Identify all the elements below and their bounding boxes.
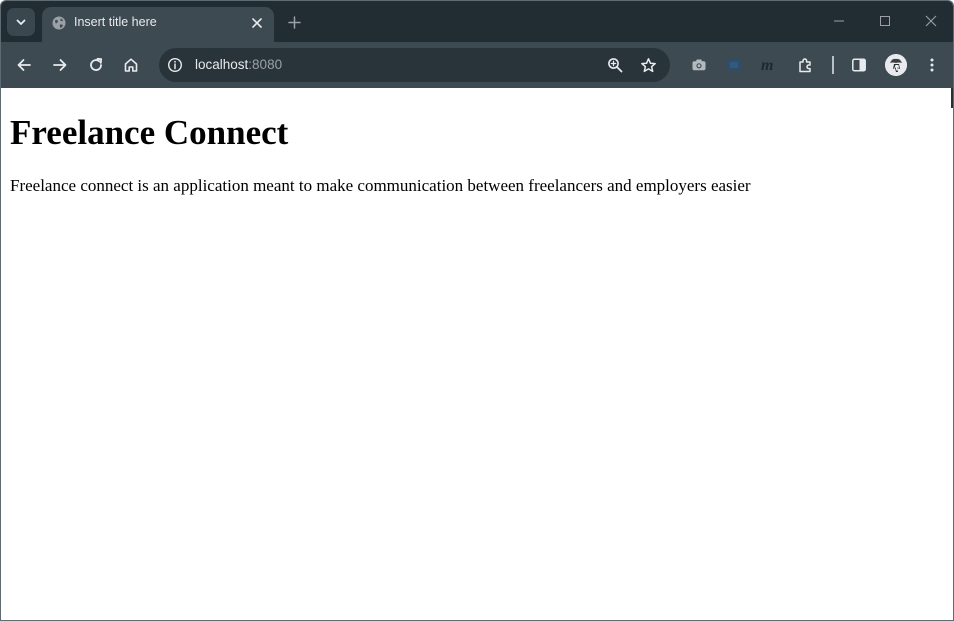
- maximize-icon: [879, 15, 891, 27]
- home-button[interactable]: [119, 53, 143, 77]
- tab-title: Insert title here: [74, 15, 157, 29]
- tab-strip: Insert title here: [1, 1, 953, 42]
- m-extension-icon: m: [760, 57, 778, 73]
- url-host: localhost: [195, 57, 249, 72]
- browser-window: Insert title here localhost:8080 m Freel…: [0, 0, 954, 621]
- close-tab-button[interactable]: [248, 14, 266, 32]
- info-icon[interactable]: [165, 55, 185, 75]
- zoom-icon[interactable]: [605, 55, 625, 75]
- maximize-button[interactable]: [872, 9, 898, 33]
- reload-button[interactable]: [84, 53, 108, 77]
- new-tab-button[interactable]: [284, 12, 304, 32]
- close-window-button[interactable]: [918, 9, 944, 33]
- home-icon: [123, 57, 139, 73]
- url-text[interactable]: localhost:8080: [195, 57, 282, 72]
- blue-extension-button[interactable]: [722, 53, 746, 77]
- arrow-right-icon: [52, 57, 68, 73]
- reload-icon: [88, 57, 104, 73]
- minimize-icon: [833, 15, 845, 27]
- star-icon[interactable]: [638, 55, 658, 75]
- camera-extension-icon: [691, 57, 707, 73]
- page-description: Freelance connect is an application mean…: [10, 176, 751, 195]
- plus-icon: [287, 15, 301, 29]
- tab-active[interactable]: Insert title here: [42, 7, 274, 42]
- toolbar-divider: [832, 56, 834, 74]
- url-port: :8080: [248, 57, 283, 72]
- side-panel-icon: [851, 57, 867, 73]
- svg-text:m: m: [761, 57, 773, 73]
- chevron-down-icon: [15, 16, 27, 28]
- menu-button[interactable]: [920, 53, 944, 77]
- close-icon: [925, 15, 937, 27]
- arrow-left-icon: [16, 57, 32, 73]
- page-content: Freelance Connect Freelance connect is a…: [1, 88, 953, 620]
- blue-extension-icon: [726, 57, 742, 73]
- tab-search-button[interactable]: [7, 8, 35, 36]
- scrollbar-edge: [951, 88, 953, 108]
- m-extension-button[interactable]: m: [757, 53, 781, 77]
- more-vertical-icon: [924, 57, 940, 73]
- extensions-button[interactable]: [794, 53, 818, 77]
- avatar[interactable]: [885, 54, 907, 76]
- forward-button[interactable]: [48, 53, 72, 77]
- side-panel-button[interactable]: [847, 53, 871, 77]
- address-bar[interactable]: localhost:8080: [159, 48, 670, 82]
- minimize-button[interactable]: [826, 9, 852, 33]
- globe-icon: [51, 15, 67, 31]
- camera-extension-button[interactable]: [687, 53, 711, 77]
- back-button[interactable]: [12, 53, 36, 77]
- page-title: Freelance Connect: [10, 113, 289, 152]
- close-icon: [252, 18, 262, 28]
- puzzle-icon: [797, 56, 815, 74]
- browser-toolbar: localhost:8080 m: [1, 42, 953, 88]
